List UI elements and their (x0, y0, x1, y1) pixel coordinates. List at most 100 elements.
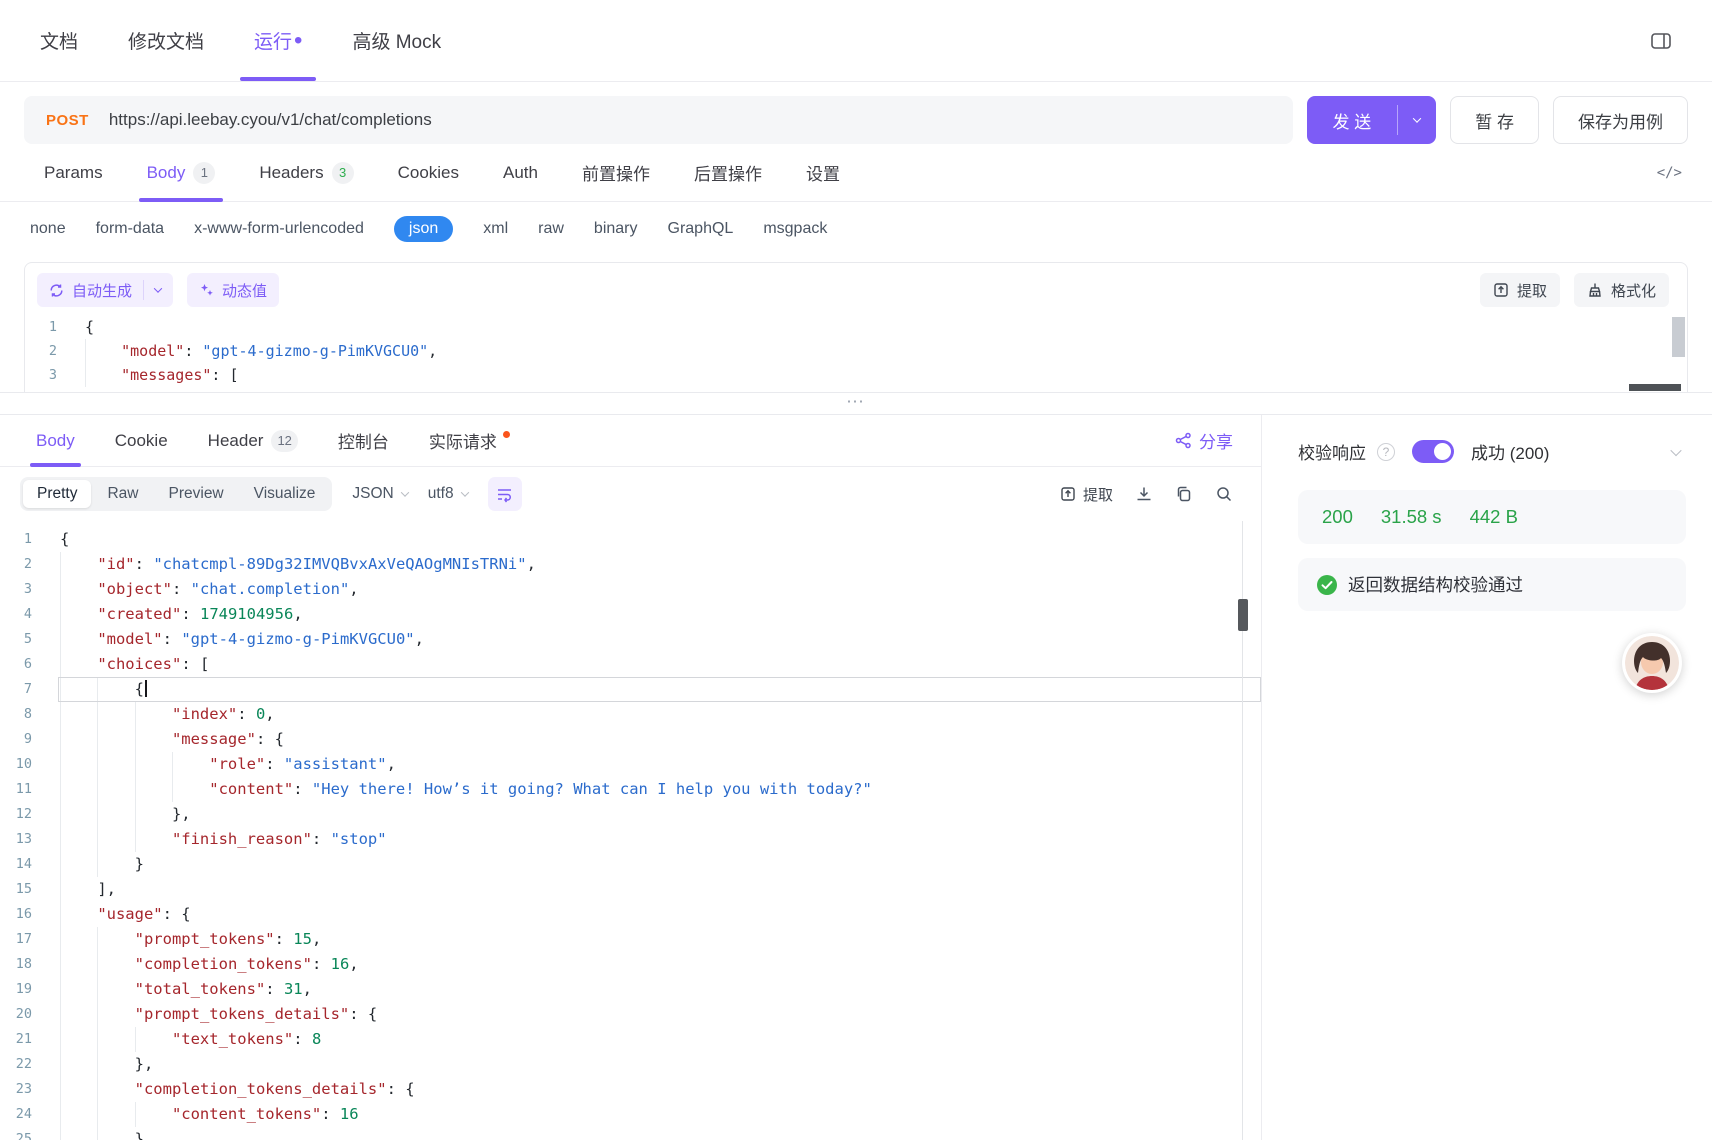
tab-label: 后置操作 (694, 160, 762, 185)
chevron-down-icon[interactable] (1670, 444, 1681, 455)
save-as-case-button[interactable]: 保存为用例 (1553, 96, 1688, 144)
code-line[interactable]: 15], (0, 877, 1261, 902)
view-preview[interactable]: Preview (155, 480, 238, 508)
vertical-scrollbar-thumb[interactable] (1672, 317, 1685, 357)
code-line[interactable]: 14} (0, 852, 1261, 877)
body-type-binary[interactable]: binary (594, 220, 638, 238)
code-line[interactable]: 13"finish_reason": "stop" (0, 827, 1261, 852)
response-extract-button[interactable]: 提取 (1060, 484, 1113, 505)
tab-headers[interactable]: Headers 3 (259, 144, 353, 201)
view-raw[interactable]: Raw (93, 480, 152, 508)
code-line[interactable]: 7{ (0, 677, 1261, 702)
validate-toggle[interactable] (1412, 440, 1454, 463)
send-button[interactable]: 发 送 (1307, 96, 1398, 144)
tab-pre-operations[interactable]: 前置操作 (582, 144, 650, 201)
body-type-msgpack[interactable]: msgpack (763, 220, 827, 238)
url-input[interactable]: POST https://api.leebay.cyou/v1/chat/com… (24, 96, 1293, 144)
code-line[interactable]: 2"model": "gpt-4-gizmo-g-PimKVGCU0", (25, 339, 1687, 363)
view-mode-group: Pretty Raw Preview Visualize (20, 477, 332, 511)
auto-generate-button[interactable]: 自动生成 (37, 273, 173, 307)
code-line[interactable]: 11"content": "Hey there! How’s it going?… (0, 777, 1261, 802)
code-line[interactable]: 8"index": 0, (0, 702, 1261, 727)
share-button[interactable]: 分享 (1175, 428, 1233, 453)
code-line[interactable]: 25} (0, 1127, 1261, 1140)
tab-settings[interactable]: 设置 (806, 144, 840, 201)
view-pretty[interactable]: Pretty (23, 480, 91, 508)
tab-auth[interactable]: Auth (503, 144, 538, 201)
extract-button[interactable]: 提取 (1480, 273, 1560, 307)
code-token: , (415, 630, 424, 648)
body-type-json[interactable]: json (394, 216, 453, 242)
help-icon[interactable]: ? (1377, 443, 1395, 461)
tab-response-body[interactable]: Body (36, 415, 75, 466)
chevron-down-icon[interactable] (154, 284, 162, 292)
code-line[interactable]: 21"text_tokens": 8 (0, 1027, 1261, 1052)
code-token: 15 (293, 930, 312, 948)
body-type-urlencoded[interactable]: x-www-form-urlencoded (194, 220, 364, 238)
response-json-code[interactable]: 1{2"id": "chatcmpl-89Dg32IMVQBvxAxVeQAOg… (0, 527, 1261, 1140)
code-line[interactable]: 3"object": "chat.completion", (0, 577, 1261, 602)
search-icon[interactable] (1215, 485, 1233, 503)
code-line[interactable]: 5"model": "gpt-4-gizmo-g-PimKVGCU0", (0, 627, 1261, 652)
code-view-icon[interactable]: </> (1657, 165, 1682, 181)
section-splitter[interactable]: ⋯ (0, 392, 1712, 414)
tab-actual-request[interactable]: 实际请求 (429, 415, 510, 466)
code-line[interactable]: 23"completion_tokens_details": { (0, 1077, 1261, 1102)
avatar[interactable] (1622, 633, 1682, 693)
code-line[interactable]: 2"id": "chatcmpl-89Dg32IMVQBvxAxVeQAOgMN… (0, 552, 1261, 577)
splitter-handle[interactable]: ⋯ (846, 392, 866, 413)
code-line[interactable]: 9"message": { (0, 727, 1261, 752)
tab-advanced-mock[interactable]: 高级 Mock (352, 0, 441, 81)
body-type-form-data[interactable]: form-data (96, 220, 164, 238)
tab-label: Body (147, 163, 186, 183)
code-line[interactable]: 16"usage": { (0, 902, 1261, 927)
word-wrap-button[interactable] (488, 477, 522, 511)
tab-response-cookie[interactable]: Cookie (115, 415, 168, 466)
body-type-none[interactable]: none (30, 220, 66, 238)
code-line-content: "choices": [ (58, 652, 1261, 677)
body-type-raw[interactable]: raw (538, 220, 564, 238)
request-json-code[interactable]: 1{2"model": "gpt-4-gizmo-g-PimKVGCU0",3"… (25, 315, 1687, 387)
code-line[interactable]: 24"content_tokens": 16 (0, 1102, 1261, 1127)
code-line[interactable]: 6"choices": [ (0, 652, 1261, 677)
tab-docs[interactable]: 文档 (40, 0, 78, 81)
download-icon[interactable] (1135, 485, 1153, 503)
dynamic-value-button[interactable]: 动态值 (187, 273, 279, 307)
code-line[interactable]: 12}, (0, 802, 1261, 827)
tab-edit-docs[interactable]: 修改文档 (128, 0, 204, 81)
code-line[interactable]: 1{ (0, 527, 1261, 552)
tab-post-operations[interactable]: 后置操作 (694, 144, 762, 201)
code-line[interactable]: 19"total_tokens": 31, (0, 977, 1261, 1002)
copy-icon[interactable] (1175, 485, 1193, 503)
code-token: : (265, 755, 284, 773)
view-visualize[interactable]: Visualize (240, 480, 330, 508)
code-line[interactable]: 4"created": 1749104956, (0, 602, 1261, 627)
indent-guide (172, 777, 209, 802)
tab-cookies[interactable]: Cookies (398, 144, 459, 201)
encoding-dropdown[interactable]: utf8 (428, 485, 468, 503)
tab-run[interactable]: 运行 • (254, 0, 302, 81)
tab-params[interactable]: Params (44, 144, 103, 201)
code-line[interactable]: 3"messages": [ (25, 363, 1687, 387)
tab-response-header[interactable]: Header 12 (208, 415, 298, 466)
format-dropdown[interactable]: JSON (352, 485, 407, 503)
body-type-xml[interactable]: xml (483, 220, 508, 238)
vertical-scrollbar-thumb[interactable] (1238, 599, 1248, 631)
format-button[interactable]: 格式化 (1574, 273, 1669, 307)
code-line[interactable]: 10"role": "assistant", (0, 752, 1261, 777)
send-options-button[interactable] (1398, 96, 1436, 144)
panel-toggle-icon[interactable] (1650, 31, 1672, 51)
code-line[interactable]: 20"prompt_tokens_details": { (0, 1002, 1261, 1027)
stash-button[interactable]: 暂 存 (1450, 96, 1539, 144)
indent-guide (60, 1027, 97, 1052)
horizontal-scrollbar-thumb[interactable] (1629, 384, 1681, 391)
notification-dot (503, 431, 510, 438)
code-line[interactable]: 18"completion_tokens": 16, (0, 952, 1261, 977)
tab-body[interactable]: Body 1 (147, 144, 216, 201)
tab-console[interactable]: 控制台 (338, 415, 389, 466)
code-line[interactable]: 17"prompt_tokens": 15, (0, 927, 1261, 952)
code-line[interactable]: 1{ (25, 315, 1687, 339)
body-type-graphql[interactable]: GraphQL (668, 220, 734, 238)
code-token: { (60, 530, 69, 548)
code-line[interactable]: 22}, (0, 1052, 1261, 1077)
